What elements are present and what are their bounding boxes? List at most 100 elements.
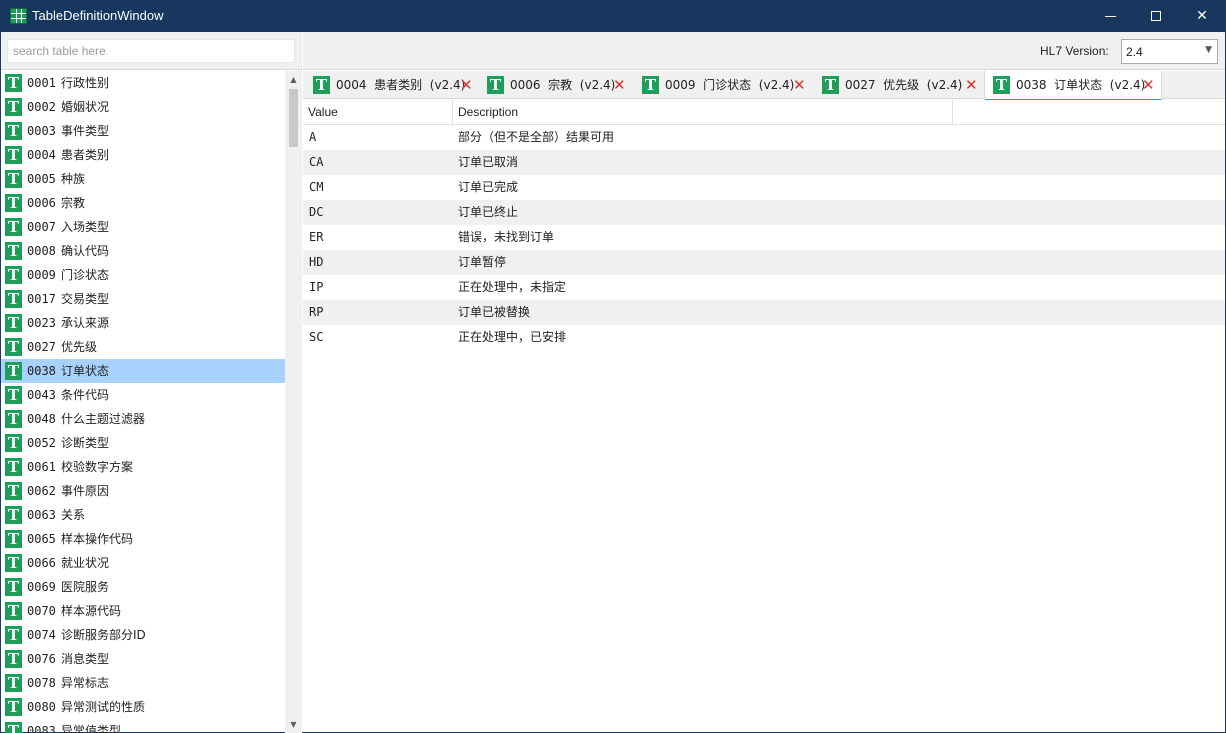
table-t-icon: T xyxy=(5,362,22,380)
table-list-item[interactable]: T 0043 条件代码 xyxy=(1,383,285,407)
table-code: 0074 xyxy=(27,628,56,642)
table-list-item[interactable]: T 0078 异常标志 xyxy=(1,671,285,695)
table-row[interactable]: IP 正在处理中，未指定 xyxy=(303,275,1225,300)
tab-close-icon[interactable]: ✕ xyxy=(613,71,626,99)
maximize-button[interactable] xyxy=(1133,1,1179,32)
cell-value: HD xyxy=(309,255,324,269)
table-code: 0001 xyxy=(27,76,56,90)
cell-value: SC xyxy=(309,330,324,344)
tab-close-icon[interactable]: ✕ xyxy=(793,71,806,99)
tab-close-icon[interactable]: ✕ xyxy=(460,71,473,99)
table-list-item[interactable]: T 0083 异常值类型 xyxy=(1,719,285,733)
title-bar[interactable]: TableDefinitionWindow ✕ xyxy=(1,1,1225,32)
column-header-value[interactable]: Value xyxy=(303,100,453,125)
table-row[interactable]: ER 错误，未找到订单 xyxy=(303,225,1225,250)
table-list-item[interactable]: T 0007 入场类型 xyxy=(1,215,285,239)
table-code: 0061 xyxy=(27,460,56,474)
table-list-scrollbar[interactable]: ▲ ▼ xyxy=(285,71,302,733)
table-t-icon: T xyxy=(822,76,839,94)
table-list-item[interactable]: T 0003 事件类型 xyxy=(1,119,285,143)
table-t-icon: T xyxy=(5,146,22,164)
table-list-item[interactable]: T 0005 种族 xyxy=(1,167,285,191)
table-row[interactable]: DC 订单已终止 xyxy=(303,200,1225,225)
table-code: 0076 xyxy=(27,652,56,666)
table-list-item[interactable]: T 0002 婚姻状况 xyxy=(1,95,285,119)
minimize-button[interactable] xyxy=(1087,1,1133,32)
table-list-item[interactable]: T 0069 医院服务 xyxy=(1,575,285,599)
table-name: 优先级 xyxy=(61,340,98,354)
table-list-item[interactable]: T 0008 确认代码 xyxy=(1,239,285,263)
table-list-item[interactable]: T 0074 诊断服务部分ID xyxy=(1,623,285,647)
tab-table[interactable]: T 0027 优先级 (v2.4) ✕ xyxy=(814,71,982,99)
tab-table[interactable]: T 0004 患者类别 (v2.4) ✕ xyxy=(305,71,477,99)
table-list-item[interactable]: T 0052 诊断类型 xyxy=(1,431,285,455)
table-code: 0063 xyxy=(27,508,56,522)
hl7-version-value: 2.4 xyxy=(1126,45,1143,59)
table-list-item[interactable]: T 0062 事件原因 xyxy=(1,479,285,503)
table-list-item[interactable]: T 0061 校验数字方案 xyxy=(1,455,285,479)
version-toolbar: HL7 Version: 2.4 ▼ xyxy=(303,32,1225,70)
hl7-version-select[interactable]: 2.4 ▼ xyxy=(1121,39,1218,64)
table-list-item[interactable]: T 0065 样本操作代码 xyxy=(1,527,285,551)
table-list-item[interactable]: T 0063 关系 xyxy=(1,503,285,527)
table-t-icon: T xyxy=(5,530,22,548)
search-input[interactable] xyxy=(7,39,295,63)
table-list-item[interactable]: T 0076 消息类型 xyxy=(1,647,285,671)
table-code: 0043 xyxy=(27,388,56,402)
table-list-item[interactable]: T 0048 什么主题过滤器 xyxy=(1,407,285,431)
tab-table[interactable]: T 0038 订单状态 (v2.4) ✕ xyxy=(984,71,1162,101)
table-t-icon: T xyxy=(5,506,22,524)
table-list-item[interactable]: T 0009 门诊状态 xyxy=(1,263,285,287)
table-row[interactable]: CM 订单已完成 xyxy=(303,175,1225,200)
grid-header: Value Description xyxy=(303,100,1225,125)
tab-label: 0006 宗教 (v2.4) xyxy=(510,78,616,92)
table-list-item[interactable]: T 0027 优先级 xyxy=(1,335,285,359)
tab-close-icon[interactable]: ✕ xyxy=(1142,71,1155,99)
table-list-item[interactable]: T 0070 样本源代码 xyxy=(1,599,285,623)
table-name: 交易类型 xyxy=(61,292,110,306)
cell-description: 订单已取消 xyxy=(458,155,519,169)
table-row[interactable]: CA 订单已取消 xyxy=(303,150,1225,175)
maximize-icon xyxy=(1151,11,1161,21)
table-name: 异常值类型 xyxy=(61,724,122,733)
table-list[interactable]: T 0001 行政性别 T 0002 婚姻状况 T 0003 事件类型 T 0004 患者类别 T 000… xyxy=(1,71,285,733)
table-code: 0065 xyxy=(27,532,56,546)
table-t-icon: T xyxy=(5,458,22,476)
cell-value: CM xyxy=(309,180,324,194)
table-code: 0004 xyxy=(27,148,56,162)
table-list-item[interactable]: T 0038 订单状态 xyxy=(1,359,285,383)
table-row[interactable]: A 部分（但不是全部）结果可用 xyxy=(303,125,1225,150)
table-list-item[interactable]: T 0023 承认来源 xyxy=(1,311,285,335)
table-name: 消息类型 xyxy=(61,652,110,666)
scroll-up-icon[interactable]: ▲ xyxy=(285,71,302,88)
scroll-down-icon[interactable]: ▼ xyxy=(285,716,302,733)
tab-table[interactable]: T 0009 门诊状态 (v2.4) ✕ xyxy=(634,71,812,99)
table-list-item[interactable]: T 0006 宗教 xyxy=(1,191,285,215)
table-row[interactable]: SC 正在处理中，已安排 xyxy=(303,325,1225,350)
table-list-item[interactable]: T 0017 交易类型 xyxy=(1,287,285,311)
table-code: 0017 xyxy=(27,292,56,306)
tab-table[interactable]: T 0006 宗教 (v2.4) ✕ xyxy=(479,71,632,99)
table-code: 0069 xyxy=(27,580,56,594)
table-list-item[interactable]: T 0001 行政性别 xyxy=(1,71,285,95)
table-name: 诊断服务部分ID xyxy=(61,628,146,642)
table-code: 0062 xyxy=(27,484,56,498)
tab-label: 0004 患者类别 (v2.4) xyxy=(336,78,466,92)
table-name: 事件类型 xyxy=(61,124,110,138)
scrollbar-thumb[interactable] xyxy=(289,89,298,147)
column-header-description[interactable]: Description xyxy=(453,100,953,125)
table-list-item[interactable]: T 0080 异常测试的性质 xyxy=(1,695,285,719)
table-definition-window: TableDefinitionWindow ✕ T 0001 行政性别 T 0002 婚姻… xyxy=(0,0,1226,733)
close-button[interactable]: ✕ xyxy=(1179,1,1225,32)
tab-close-icon[interactable]: ✕ xyxy=(965,71,978,99)
table-code: 0023 xyxy=(27,316,56,330)
tab-label: 0027 优先级 (v2.4) xyxy=(845,78,963,92)
table-list-item[interactable]: T 0066 就业状况 xyxy=(1,551,285,575)
table-row[interactable]: HD 订单暂停 xyxy=(303,250,1225,275)
table-list-item[interactable]: T 0004 患者类别 xyxy=(1,143,285,167)
close-icon: ✕ xyxy=(1196,8,1208,24)
table-row[interactable]: RP 订单已被替换 xyxy=(303,300,1225,325)
cell-description: 正在处理中，已安排 xyxy=(458,330,567,344)
cell-description: 正在处理中，未指定 xyxy=(458,280,567,294)
table-t-icon: T xyxy=(5,266,22,284)
